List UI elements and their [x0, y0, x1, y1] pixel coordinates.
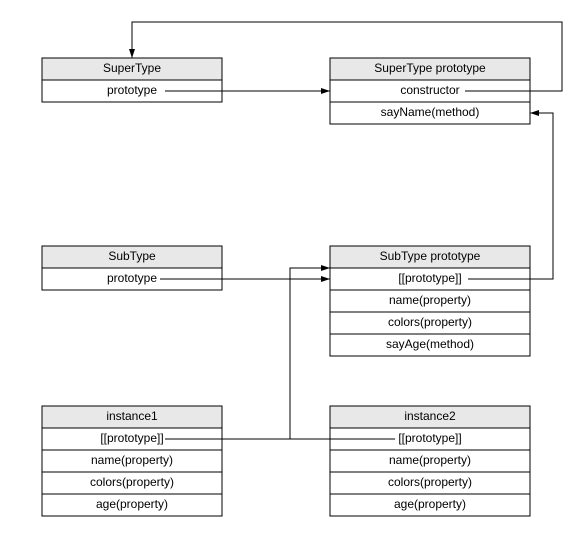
- subtype-proto-row-3: sayAge(method): [386, 337, 474, 351]
- instance1-box: instance1 [[prototype]] name(property) c…: [42, 406, 222, 516]
- subtype-proto-header: SubType prototype: [380, 249, 481, 263]
- instance1-header: instance1: [106, 409, 158, 423]
- subtype-proto-row-2: colors(property): [388, 315, 472, 329]
- subtype-row-0: prototype: [107, 271, 157, 285]
- instance2-row-1: name(property): [389, 453, 471, 467]
- instance2-row-2: colors(property): [388, 475, 472, 489]
- supertype-proto-header: SuperType prototype: [374, 61, 486, 75]
- instance1-row-2: colors(property): [90, 475, 174, 489]
- instance2-box: instance2 [[prototype]] name(property) c…: [330, 406, 530, 516]
- subtype-proto-row-0: [[prototype]]: [398, 271, 461, 285]
- supertype-row-0: prototype: [107, 83, 157, 97]
- supertype-box: SuperType prototype: [42, 58, 222, 102]
- instance2-header: instance2: [404, 409, 456, 423]
- instance1-row-0: [[prototype]]: [100, 431, 163, 445]
- instance2-row-3: age(property): [394, 497, 466, 511]
- instance2-row-0: [[prototype]]: [398, 431, 461, 445]
- instance1-row-1: name(property): [91, 453, 173, 467]
- supertype-proto-row-1: sayName(method): [381, 105, 480, 119]
- supertype-proto-row-0: constructor: [400, 83, 459, 97]
- subtype-proto-row-1: name(property): [389, 293, 471, 307]
- instance1-row-3: age(property): [96, 497, 168, 511]
- supertype-header: SuperType: [103, 61, 161, 75]
- subtype-header: SubType: [108, 249, 156, 263]
- subtype-proto-box: SubType prototype [[prototype]] name(pro…: [330, 246, 530, 356]
- subtype-box: SubType prototype: [42, 246, 222, 290]
